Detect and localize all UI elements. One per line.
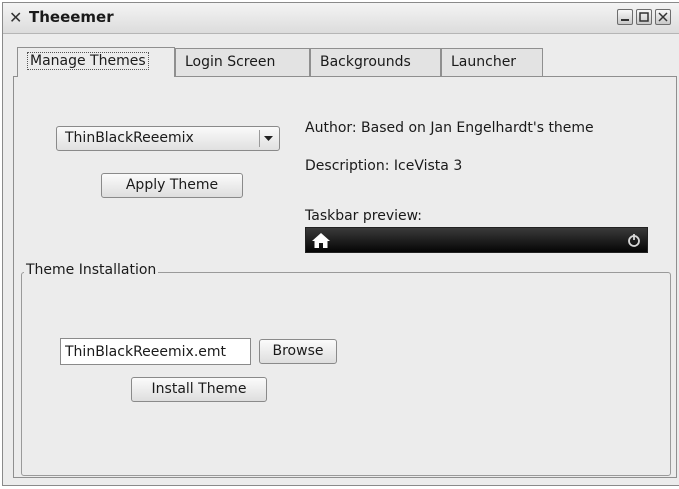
manage-themes-panel: ThinBlackReeemix Apply Theme Author: Bas…	[13, 76, 677, 478]
theme-file-input[interactable]	[60, 338, 251, 365]
window-title: Theeemer	[29, 8, 114, 26]
chevron-down-icon	[264, 136, 273, 141]
browse-button[interactable]: Browse	[259, 339, 337, 364]
close-icon	[658, 12, 668, 22]
theme-description: Description: IceVista 3	[305, 158, 463, 174]
theme-author: Author: Based on Jan Engelhardt's theme	[305, 120, 594, 136]
apply-theme-button[interactable]: Apply Theme	[101, 173, 243, 198]
combo-divider	[259, 130, 260, 147]
x-cross-icon: ✕	[9, 8, 23, 27]
theme-installation-group: Theme Installation	[21, 262, 671, 476]
tab-manage-themes[interactable]: Manage Themes	[17, 47, 175, 77]
theme-select[interactable]: ThinBlackReeemix	[56, 126, 280, 151]
tab-label: Launcher	[451, 54, 517, 70]
taskbar-preview-label: Taskbar preview:	[305, 208, 423, 224]
group-title: Theme Installation	[24, 262, 159, 278]
app-window: ✕ Theeemer Manage Themes Login Screen Ba…	[2, 2, 679, 486]
install-theme-button[interactable]: Install Theme	[131, 377, 267, 402]
home-icon	[312, 233, 330, 248]
power-icon	[628, 234, 640, 247]
tab-backgrounds[interactable]: Backgrounds	[310, 48, 441, 76]
tab-label: Manage Themes	[27, 52, 149, 70]
title-bar[interactable]: ✕ Theeemer	[3, 3, 679, 34]
minimize-button[interactable]	[617, 9, 633, 25]
taskbar-preview	[305, 227, 648, 253]
tab-launcher[interactable]: Launcher	[441, 48, 543, 76]
maximize-icon	[639, 12, 649, 22]
minimize-icon	[621, 19, 629, 21]
tab-login-screen[interactable]: Login Screen	[175, 48, 310, 76]
tab-label: Backgrounds	[320, 54, 411, 70]
maximize-button[interactable]	[636, 9, 652, 25]
theme-select-value: ThinBlackReeemix	[65, 130, 194, 146]
tab-label: Login Screen	[185, 54, 276, 70]
close-button[interactable]	[655, 9, 671, 25]
